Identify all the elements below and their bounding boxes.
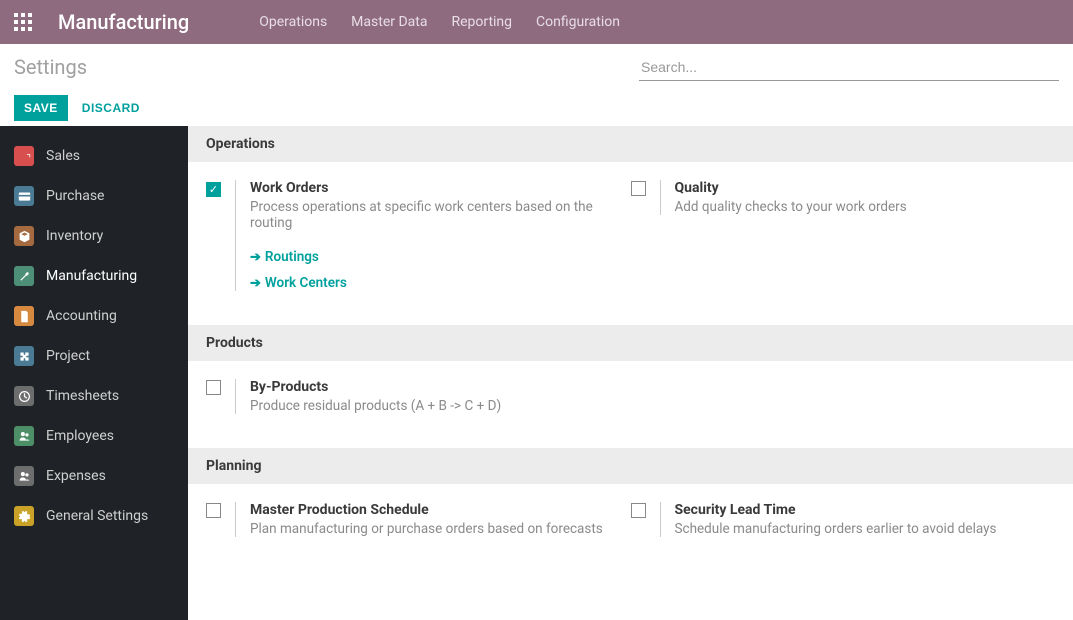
sidebar-item-timesheets[interactable]: Timesheets [0, 376, 188, 416]
setting-title: Master Production Schedule [250, 502, 603, 518]
setting-check [631, 180, 646, 200]
people-icon [14, 466, 34, 486]
sidebar-item-label: Timesheets [46, 388, 119, 404]
navbar-menu-configuration[interactable]: Configuration [536, 14, 620, 30]
sidebar-item-label: Manufacturing [46, 268, 137, 284]
puzzle-icon [14, 346, 34, 366]
setting-links: ➔ Routings ➔ Work Centers [250, 249, 631, 291]
main: Sales Purchase Inventory Manufacturing A… [0, 126, 1073, 620]
navbar-menu-master-data[interactable]: Master Data [351, 14, 427, 30]
people-icon [14, 426, 34, 446]
link-label: Routings [265, 249, 319, 265]
sidebar-item-project[interactable]: Project [0, 336, 188, 376]
setting-check [631, 502, 646, 522]
navbar-menu: Operations Master Data Reporting Configu… [259, 14, 620, 30]
toolbar: Settings [0, 44, 1073, 90]
navbar-menu-operations[interactable]: Operations [259, 14, 327, 30]
sidebar-item-expenses[interactable]: Expenses [0, 456, 188, 496]
navbar: Manufacturing Operations Master Data Rep… [0, 0, 1073, 44]
navbar-menu-reporting[interactable]: Reporting [451, 14, 512, 30]
sidebar-item-general-settings[interactable]: General Settings [0, 496, 188, 536]
arrow-right-icon: ➔ [250, 250, 261, 265]
setting-content: By-Products Produce residual products (A… [235, 379, 501, 414]
section-body-planning: Master Production Schedule Plan manufact… [188, 484, 1073, 571]
setting-desc: Add quality checks to your work orders [675, 199, 907, 215]
section-header-products: Products [188, 325, 1073, 361]
sidebar-item-label: Project [46, 348, 90, 364]
checkbox-quality[interactable] [631, 181, 646, 196]
setting-desc: Process operations at specific work cent… [250, 199, 631, 231]
discard-button[interactable]: DISCARD [82, 95, 140, 121]
setting-quality: Quality Add quality checks to your work … [631, 180, 1056, 307]
section-body-products: By-Products Produce residual products (A… [188, 361, 1073, 448]
sidebar-item-employees[interactable]: Employees [0, 416, 188, 456]
setting-check [206, 502, 221, 522]
section-header-operations: Operations [188, 126, 1073, 162]
setting-work-orders: Work Orders Process operations at specif… [206, 180, 631, 307]
sidebar-item-manufacturing[interactable]: Manufacturing [0, 256, 188, 296]
save-button[interactable]: SAVE [14, 95, 68, 121]
box-icon [14, 226, 34, 246]
sidebar: Sales Purchase Inventory Manufacturing A… [0, 126, 188, 620]
setting-desc: Schedule manufacturing orders earlier to… [675, 521, 997, 537]
gear-icon [14, 506, 34, 526]
setting-desc: Plan manufacturing or purchase orders ba… [250, 521, 603, 537]
sidebar-item-purchase[interactable]: Purchase [0, 176, 188, 216]
checkbox-mps[interactable] [206, 503, 221, 518]
arrow-right-icon: ➔ [250, 276, 261, 291]
chart-icon [14, 146, 34, 166]
sidebar-item-label: Inventory [46, 228, 103, 244]
card-icon [14, 186, 34, 206]
section-header-planning: Planning [188, 448, 1073, 484]
sidebar-item-label: Employees [46, 428, 114, 444]
sidebar-item-label: General Settings [46, 508, 148, 524]
link-work-centers[interactable]: ➔ Work Centers [250, 275, 631, 291]
document-icon [14, 306, 34, 326]
sidebar-item-inventory[interactable]: Inventory [0, 216, 188, 256]
setting-check [206, 379, 221, 399]
sidebar-item-label: Sales [46, 148, 80, 164]
setting-title: Quality [675, 180, 907, 196]
setting-check [206, 180, 221, 197]
sidebar-item-label: Accounting [46, 308, 117, 324]
sidebar-item-label: Purchase [46, 188, 104, 204]
link-label: Work Centers [265, 275, 347, 291]
apps-icon[interactable] [14, 13, 32, 31]
content: Operations Work Orders Process operation… [188, 126, 1073, 620]
setting-content: Security Lead Time Schedule manufacturin… [660, 502, 997, 537]
setting-desc: Produce residual products (A + B -> C + … [250, 398, 501, 414]
sidebar-item-accounting[interactable]: Accounting [0, 296, 188, 336]
wrench-icon [14, 266, 34, 286]
setting-title: Work Orders [250, 180, 631, 196]
setting-mps: Master Production Schedule Plan manufact… [206, 502, 631, 553]
section-body-operations: Work Orders Process operations at specif… [188, 162, 1073, 325]
checkbox-security-lead[interactable] [631, 503, 646, 518]
setting-security-lead: Security Lead Time Schedule manufacturin… [631, 502, 1056, 553]
setting-content: Master Production Schedule Plan manufact… [235, 502, 603, 537]
setting-content: Quality Add quality checks to your work … [660, 180, 907, 215]
sidebar-item-label: Expenses [46, 468, 106, 484]
setting-title: By-Products [250, 379, 501, 395]
app-title[interactable]: Manufacturing [58, 10, 189, 34]
setting-title: Security Lead Time [675, 502, 997, 518]
checkbox-by-products[interactable] [206, 380, 221, 395]
checkbox-work-orders[interactable] [206, 182, 221, 197]
sidebar-item-sales[interactable]: Sales [0, 136, 188, 176]
setting-by-products: By-Products Produce residual products (A… [206, 379, 631, 430]
search-input[interactable] [639, 54, 1059, 81]
actionbar: SAVE DISCARD [0, 90, 1073, 126]
search-wrap [639, 54, 1059, 81]
clock-icon [14, 386, 34, 406]
page-title: Settings [14, 55, 87, 79]
setting-content: Work Orders Process operations at specif… [235, 180, 631, 291]
link-routings[interactable]: ➔ Routings [250, 249, 631, 265]
